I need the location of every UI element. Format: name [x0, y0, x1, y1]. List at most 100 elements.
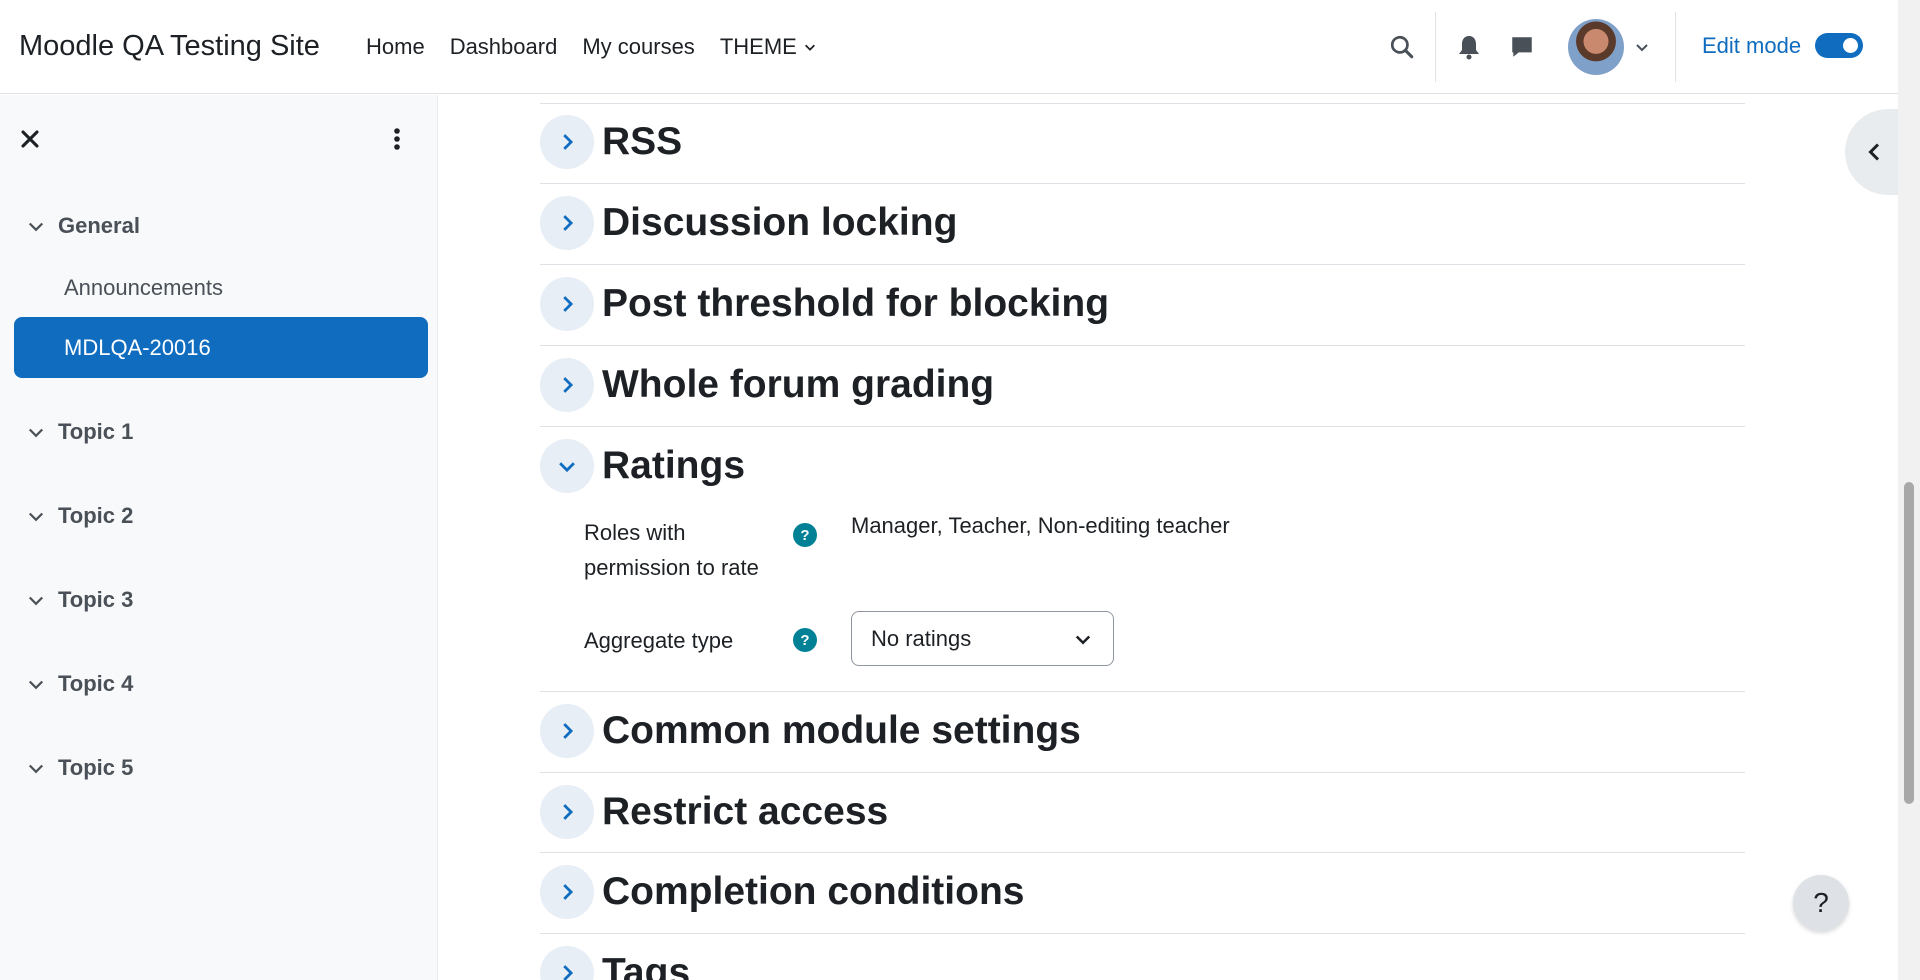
close-icon	[21, 130, 39, 148]
edit-mode-toggle[interactable]	[1815, 33, 1863, 58]
chevron-right-icon	[563, 965, 574, 980]
section-divider	[540, 264, 1745, 265]
aggregate-type-select[interactable]: No ratings	[851, 611, 1114, 666]
course-section-general[interactable]: General	[26, 213, 140, 239]
chevron-down-icon	[804, 44, 815, 51]
section-label: Topic 5	[58, 755, 134, 780]
course-section-topic-4[interactable]: Topic 4	[26, 671, 133, 697]
nav-my-courses[interactable]: My courses	[582, 34, 694, 60]
roles-with-permission-value: Manager, Teacher, Non-editing teacher	[851, 513, 1230, 538]
expand-button[interactable]	[540, 196, 594, 250]
chevron-right-icon	[563, 377, 574, 393]
collapsible-whole-forum-grading[interactable]: Whole forum grading	[540, 358, 994, 412]
section-heading: Tags	[602, 951, 691, 980]
scrollbar-thumb[interactable]	[1904, 482, 1914, 804]
page-scrollbar[interactable]	[1898, 0, 1920, 980]
course-index-drawer: General Announcements MDLQA-20016 Topic …	[0, 95, 438, 980]
chevron-right-icon	[563, 723, 574, 739]
help-icon[interactable]: ?	[793, 628, 817, 652]
expand-button[interactable]	[540, 704, 594, 758]
course-section-topic-2[interactable]: Topic 2	[26, 503, 133, 529]
aggregate-type-selected: No ratings	[871, 625, 972, 651]
activity-mdlqa-20016[interactable]: MDLQA-20016	[14, 317, 428, 378]
nav-home[interactable]: Home	[366, 34, 425, 60]
activity-announcements[interactable]: Announcements	[64, 275, 223, 301]
chevron-right-icon	[563, 884, 574, 900]
drawer-options-button[interactable]	[387, 125, 407, 153]
course-section-topic-5[interactable]: Topic 5	[26, 755, 133, 781]
expand-button[interactable]	[540, 277, 594, 331]
notifications-button[interactable]	[1455, 33, 1483, 61]
section-divider	[540, 345, 1745, 346]
expand-button[interactable]	[540, 865, 594, 919]
collapsible-completion-conditions[interactable]: Completion conditions	[540, 865, 1024, 919]
nav-theme-label: THEME	[719, 34, 797, 59]
search-button[interactable]	[1388, 33, 1416, 61]
section-heading: Restrict access	[602, 790, 889, 833]
activity-label: MDLQA-20016	[64, 334, 211, 360]
chevron-right-icon	[563, 804, 574, 820]
primary-navigation: Home Dashboard My courses THEME	[366, 34, 842, 60]
expand-button[interactable]	[540, 785, 594, 839]
nav-theme-dropdown[interactable]: THEME	[720, 34, 817, 60]
section-label: Topic 4	[58, 671, 134, 696]
chevron-down-icon	[28, 222, 44, 232]
section-divider	[540, 933, 1745, 934]
collapsible-rss[interactable]: RSS	[540, 115, 682, 169]
section-heading: Post threshold for blocking	[602, 282, 1110, 325]
collapsible-common-module-settings[interactable]: Common module settings	[540, 704, 1081, 758]
section-divider	[540, 183, 1745, 184]
message-icon	[1512, 37, 1532, 57]
chevron-down-icon	[1075, 635, 1091, 645]
collapsible-post-threshold[interactable]: Post threshold for blocking	[540, 277, 1109, 331]
section-divider	[540, 426, 1745, 427]
edit-mode-label[interactable]: Edit mode	[1702, 33, 1801, 59]
chevron-left-icon	[1868, 143, 1880, 161]
help-footer-button[interactable]: ?	[1793, 875, 1849, 931]
section-label: Topic 2	[58, 503, 134, 528]
top-navbar: Moodle QA Testing Site Home Dashboard My…	[0, 0, 1898, 94]
collapsible-discussion-locking[interactable]: Discussion locking	[540, 196, 957, 250]
section-heading: RSS	[602, 120, 683, 163]
section-heading: Ratings	[602, 444, 746, 487]
chevron-right-icon	[563, 134, 574, 150]
bell-icon	[1459, 36, 1479, 60]
chevron-down-icon	[1636, 44, 1648, 52]
navbar-divider	[1435, 12, 1436, 82]
course-section-topic-1[interactable]: Topic 1	[26, 419, 133, 445]
chevron-right-icon	[563, 296, 574, 312]
user-avatar[interactable]	[1568, 19, 1624, 75]
help-icon[interactable]: ?	[793, 523, 817, 547]
collapse-button[interactable]	[540, 439, 594, 493]
chevron-down-icon	[559, 462, 575, 473]
section-heading: Completion conditions	[602, 870, 1025, 913]
expand-button[interactable]	[540, 358, 594, 412]
collapsible-ratings[interactable]: Ratings	[540, 439, 745, 493]
chevron-down-icon	[28, 428, 44, 438]
section-divider	[540, 772, 1745, 773]
course-section-topic-3[interactable]: Topic 3	[26, 587, 133, 613]
collapsible-restrict-access[interactable]: Restrict access	[540, 785, 888, 839]
section-label: Topic 3	[58, 587, 134, 612]
nav-dashboard[interactable]: Dashboard	[450, 34, 558, 60]
section-divider	[540, 691, 1745, 692]
section-heading: Discussion locking	[602, 201, 958, 244]
chevron-down-icon	[28, 764, 44, 774]
chevron-down-icon	[28, 512, 44, 522]
section-divider	[540, 103, 1745, 104]
close-drawer-button[interactable]	[16, 125, 44, 153]
section-divider	[540, 852, 1745, 853]
aggregate-type-label: Aggregate type	[584, 628, 734, 653]
messages-button[interactable]	[1508, 33, 1536, 61]
section-label: General	[58, 213, 140, 238]
search-icon	[1390, 35, 1414, 59]
chevron-down-icon	[28, 596, 44, 606]
expand-button[interactable]	[540, 115, 594, 169]
section-label: Topic 1	[58, 419, 134, 444]
expand-button[interactable]	[540, 946, 594, 980]
user-menu-toggle[interactable]	[1632, 37, 1652, 57]
site-name[interactable]: Moodle QA Testing Site	[19, 30, 320, 63]
collapsible-tags[interactable]: Tags	[540, 946, 690, 980]
section-heading: Whole forum grading	[602, 363, 995, 406]
chevron-right-icon	[563, 215, 574, 231]
